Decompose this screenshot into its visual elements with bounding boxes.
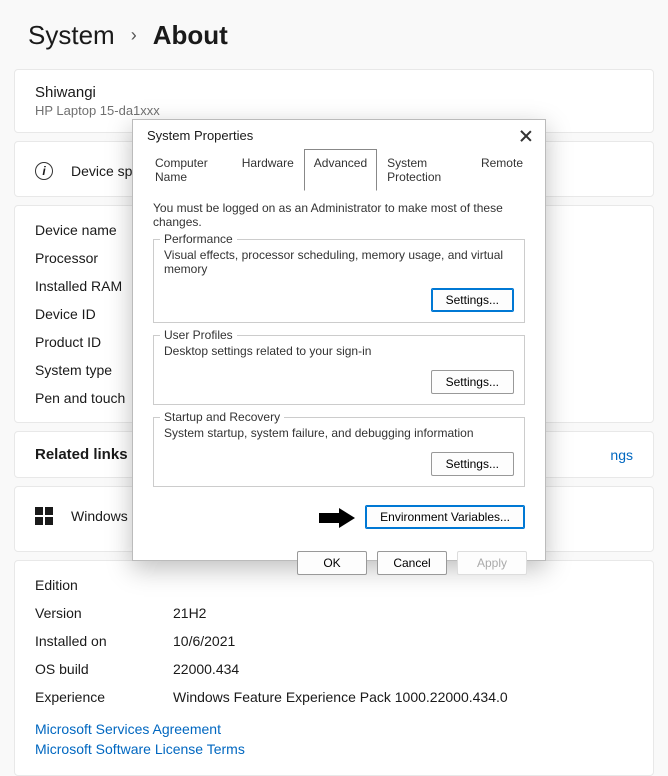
user-profiles-settings-button[interactable]: Settings...: [431, 370, 514, 394]
dialog-body: You must be logged on as an Administrato…: [133, 191, 545, 487]
user-profiles-legend: User Profiles: [160, 328, 237, 342]
spec-label-version: Version: [35, 605, 155, 621]
tab-advanced[interactable]: Advanced: [304, 149, 377, 191]
ok-button[interactable]: OK: [297, 551, 367, 575]
device-model: HP Laptop 15-da1xxx: [35, 103, 633, 118]
windows-specs-list: Edition Version21H2 Installed on10/6/202…: [14, 560, 654, 776]
startup-desc: System startup, system failure, and debu…: [164, 426, 514, 440]
dialog-footer: OK Cancel Apply: [133, 541, 545, 589]
info-icon: [35, 162, 53, 180]
user-name: Shiwangi: [35, 84, 633, 101]
performance-legend: Performance: [160, 232, 237, 246]
link-services-agreement[interactable]: Microsoft Services Agreement: [35, 719, 633, 739]
startup-settings-button[interactable]: Settings...: [431, 452, 514, 476]
close-icon[interactable]: [519, 129, 533, 143]
windows-icon: [35, 507, 53, 525]
dialog-title: System Properties: [147, 128, 253, 143]
environment-variables-button[interactable]: Environment Variables...: [365, 505, 525, 529]
env-var-row: Environment Variables...: [133, 499, 545, 541]
spec-value-version: 21H2: [173, 605, 206, 621]
startup-group: Startup and Recovery System startup, sys…: [153, 417, 525, 487]
breadcrumb-parent[interactable]: System: [28, 20, 115, 51]
performance-desc: Visual effects, processor scheduling, me…: [164, 248, 514, 276]
spec-label-installed: Installed on: [35, 633, 155, 649]
user-profiles-desc: Desktop settings related to your sign-in: [164, 344, 514, 358]
startup-legend: Startup and Recovery: [160, 410, 284, 424]
related-links-title: Related links: [35, 446, 128, 463]
arrow-icon: [319, 508, 357, 526]
spec-value-experience: Windows Feature Experience Pack 1000.220…: [173, 689, 508, 705]
related-link[interactable]: ngs: [610, 447, 633, 463]
performance-settings-button[interactable]: Settings...: [431, 288, 514, 312]
spec-value-installed: 10/6/2021: [173, 633, 235, 649]
dialog-tabs: Computer Name Hardware Advanced System P…: [133, 149, 545, 191]
performance-group: Performance Visual effects, processor sc…: [153, 239, 525, 323]
tab-computer-name[interactable]: Computer Name: [145, 149, 232, 191]
spec-label-experience: Experience: [35, 689, 155, 705]
dialog-titlebar: System Properties: [133, 120, 545, 149]
tab-system-protection[interactable]: System Protection: [377, 149, 471, 191]
spec-label-osbuild: OS build: [35, 661, 155, 677]
cancel-button[interactable]: Cancel: [377, 551, 447, 575]
admin-note: You must be logged on as an Administrato…: [153, 201, 525, 229]
tab-remote[interactable]: Remote: [471, 149, 533, 191]
breadcrumb: System › About: [0, 0, 668, 69]
user-profiles-group: User Profiles Desktop settings related t…: [153, 335, 525, 405]
apply-button[interactable]: Apply: [457, 551, 527, 575]
chevron-right-icon: ›: [131, 25, 137, 46]
tab-hardware[interactable]: Hardware: [232, 149, 304, 191]
system-properties-dialog: System Properties Computer Name Hardware…: [132, 119, 546, 561]
spec-value-osbuild: 22000.434: [173, 661, 239, 677]
link-license-terms[interactable]: Microsoft Software License Terms: [35, 739, 633, 759]
page-title: About: [153, 20, 228, 51]
